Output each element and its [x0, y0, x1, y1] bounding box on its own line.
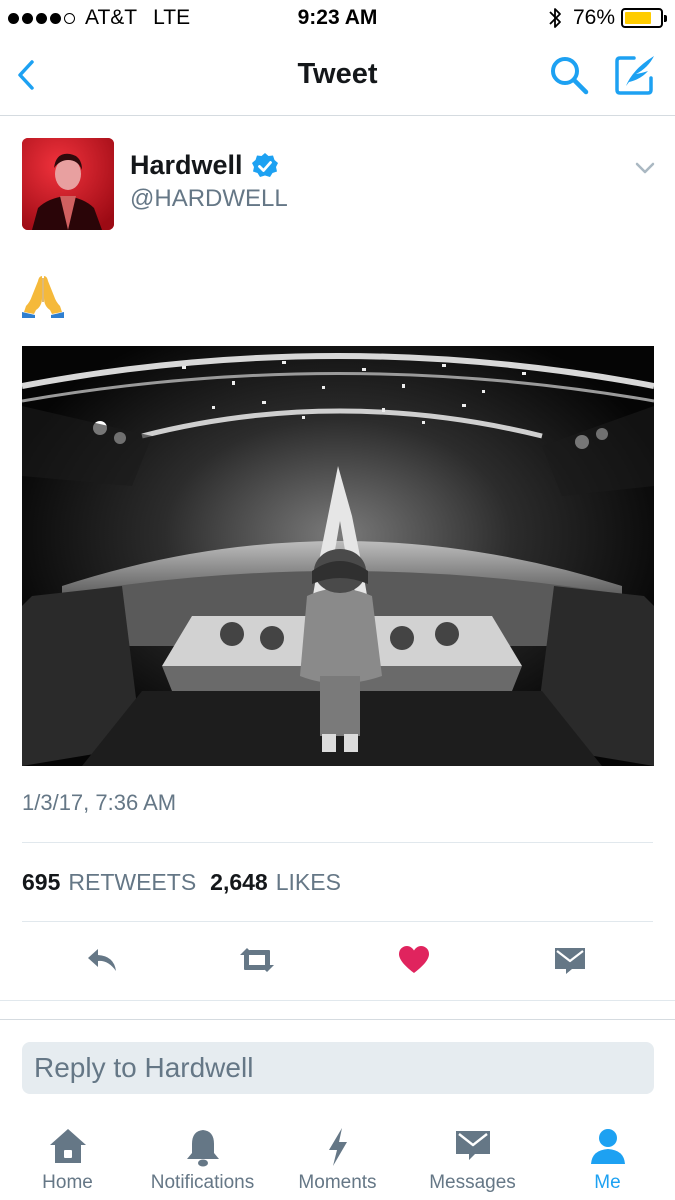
divider	[22, 842, 653, 843]
tab-label: Moments	[298, 1172, 377, 1193]
like-label[interactable]: LIKES	[276, 869, 341, 896]
verified-badge-icon	[251, 152, 278, 177]
tweet-timestamp: 1/3/17, 7:36 AM	[22, 790, 177, 815]
reply-button[interactable]	[80, 938, 124, 982]
divider	[22, 921, 653, 922]
battery-icon	[621, 8, 667, 28]
reply-input[interactable]: Reply to Hardwell	[22, 1042, 654, 1094]
lightning-icon	[328, 1128, 347, 1166]
user-name-row: Hardwell	[130, 150, 279, 181]
envelope-icon	[555, 948, 585, 974]
chevron-down-icon[interactable]	[634, 160, 656, 176]
tweet-photo[interactable]	[22, 346, 654, 766]
user-handle[interactable]: @HARDWELL	[130, 185, 288, 213]
like-count[interactable]: 2,648	[210, 869, 268, 896]
direct-message-button[interactable]	[548, 938, 592, 982]
status-bar: AT&T LTE 9:23 AM 76%	[0, 0, 675, 38]
avatar-image	[22, 138, 114, 230]
navigation-bar: Tweet	[0, 38, 675, 116]
tweet-actions	[0, 938, 675, 988]
tab-label: Home	[42, 1172, 93, 1193]
home-icon	[49, 1129, 86, 1163]
tab-moments[interactable]: Moments	[270, 1112, 405, 1200]
tweet-stats: 695 RETWEETS 2,648 LIKES	[22, 869, 355, 896]
battery-percent: 76%	[572, 6, 615, 29]
heart-icon	[399, 946, 429, 973]
retweet-icon	[240, 948, 274, 972]
envelope-icon	[455, 1131, 490, 1160]
status-right: 76%	[547, 6, 667, 30]
avatar[interactable]	[22, 138, 114, 230]
tab-messages[interactable]: Messages	[405, 1112, 540, 1200]
retweet-label[interactable]: RETWEETS	[68, 869, 196, 896]
tab-home[interactable]: Home	[0, 1112, 135, 1200]
dj-stage-photo	[22, 346, 654, 766]
reply-icon	[88, 949, 116, 971]
divider	[0, 1000, 675, 1001]
user-display-name[interactable]: Hardwell	[130, 150, 243, 181]
folded-hands-emoji-icon	[22, 276, 64, 318]
tab-label: Notifications	[150, 1172, 255, 1193]
tab-label: Messages	[429, 1172, 516, 1193]
like-button[interactable]	[392, 938, 436, 982]
retweet-button[interactable]	[235, 938, 279, 982]
bell-icon	[186, 1130, 219, 1167]
tab-me[interactable]: Me	[540, 1112, 675, 1200]
search-icon[interactable]	[548, 54, 590, 96]
tab-bar: Home Notifications Moments Messages Me	[0, 1112, 675, 1200]
tab-notifications[interactable]: Notifications	[135, 1112, 270, 1200]
tab-label: Me	[594, 1172, 621, 1193]
bluetooth-icon	[549, 8, 561, 28]
compose-icon[interactable]	[612, 52, 658, 98]
person-icon	[590, 1129, 625, 1164]
retweet-count[interactable]: 695	[22, 869, 60, 896]
